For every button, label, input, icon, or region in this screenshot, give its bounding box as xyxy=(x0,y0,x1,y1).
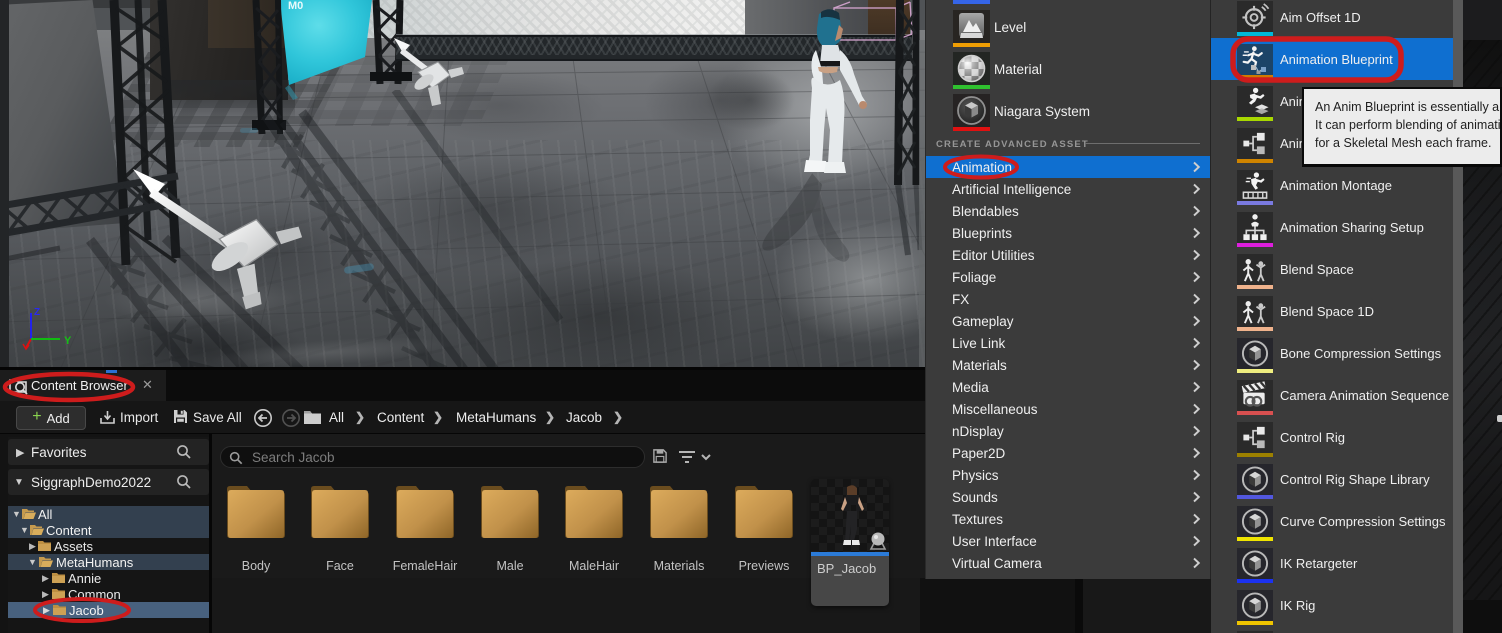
svg-text:Z: Z xyxy=(34,307,40,318)
svg-text:Y: Y xyxy=(64,335,72,347)
